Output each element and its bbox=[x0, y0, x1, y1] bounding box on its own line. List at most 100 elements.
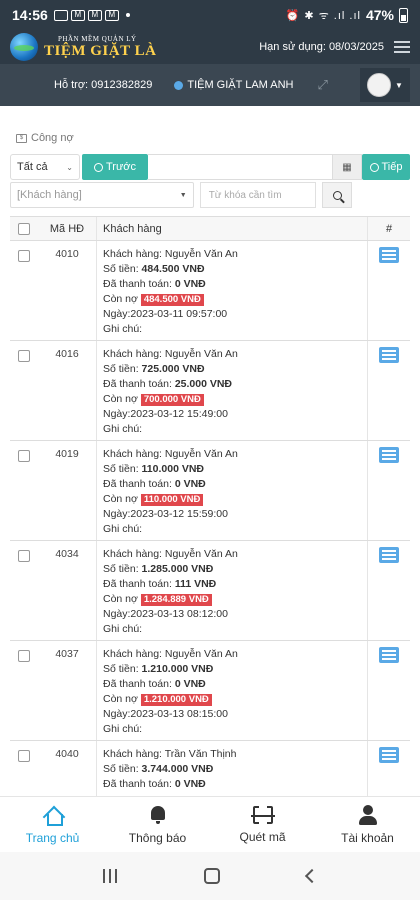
row-action-cell bbox=[368, 541, 410, 640]
next-button[interactable]: Tiếp bbox=[362, 154, 410, 180]
hamburger-menu-icon[interactable] bbox=[394, 41, 410, 53]
main-content: $ Công nợ Tất cả ⌄ Trước ▦ Tiếp [Khách h… bbox=[0, 106, 420, 796]
row-note: Ghi chú: bbox=[103, 523, 143, 535]
calendar-icon[interactable]: ▦ bbox=[332, 154, 362, 180]
row-amount-value: 1.210.000 VNĐ bbox=[141, 663, 214, 675]
row-amount-label: Số tiền: bbox=[103, 763, 139, 775]
debt-card-icon: $ bbox=[16, 133, 27, 143]
row-info: Khách hàng: Nguyễn Văn An Số tiền: 725.00… bbox=[96, 341, 368, 440]
row-amount: Số tiền: 1.285.000 VNĐ bbox=[103, 562, 367, 577]
customer-select[interactable]: [Khách hàng] ▼ bbox=[10, 182, 194, 208]
row-checkbox[interactable] bbox=[18, 650, 30, 662]
row-debt-label: Còn nợ bbox=[103, 393, 138, 405]
shop-selector[interactable]: TIỆM GIẶT LAM ANH bbox=[174, 79, 294, 91]
status-select-value: Tất cả bbox=[17, 161, 48, 173]
row-paid-label: Đã thanh toán: bbox=[103, 478, 172, 490]
row-debt: Còn nợ 484.500 VNĐ bbox=[103, 292, 367, 307]
row-amount: Số tiền: 1.210.000 VNĐ bbox=[103, 662, 367, 677]
row-debt-label: Còn nợ bbox=[103, 293, 138, 305]
nav-account[interactable]: Tài khoản bbox=[315, 797, 420, 852]
row-invoice-id: 4037 bbox=[55, 648, 79, 660]
row-checkbox-cell bbox=[10, 741, 38, 796]
row-amount-value: 725.000 VNĐ bbox=[141, 363, 205, 375]
page-title-text: Công nợ bbox=[31, 132, 74, 144]
nav-home-label: Trang chủ bbox=[25, 830, 80, 845]
nav-scan-label: Quét mã bbox=[239, 829, 286, 844]
keyword-search-input[interactable]: Từ khóa cần tìm bbox=[199, 182, 317, 208]
avatar bbox=[367, 73, 392, 97]
row-paid-value: 0 VNĐ bbox=[174, 478, 206, 490]
customer-select-placeholder: [Khách hàng] bbox=[17, 189, 82, 201]
row-info: Khách hàng: Trần Văn Thịnh Số tiền: 3.744… bbox=[96, 741, 368, 796]
row-paid-value: 0 VNĐ bbox=[174, 678, 206, 690]
arrow-left-circle-icon bbox=[93, 162, 103, 172]
row-amount-label: Số tiền: bbox=[103, 563, 139, 575]
row-action-cell bbox=[368, 341, 410, 440]
nav-home[interactable]: Trang chủ bbox=[0, 797, 105, 852]
recents-icon[interactable] bbox=[103, 869, 118, 883]
app-header: PHẦN MỀM QUẢN LÝ TIỆM GIẶT LÀ Hạn sử dụn… bbox=[0, 30, 420, 64]
row-info: Khách hàng: Nguyễn Văn An Số tiền: 1.285.… bbox=[96, 541, 368, 640]
chevron-down-icon: ▼ bbox=[395, 80, 403, 90]
row-checkbox[interactable] bbox=[18, 550, 30, 562]
system-home-icon[interactable] bbox=[203, 868, 220, 884]
status-select[interactable]: Tất cả ⌄ bbox=[10, 154, 80, 180]
row-action-cell bbox=[368, 241, 410, 340]
next-label: Tiếp bbox=[381, 161, 403, 173]
bell-icon bbox=[147, 805, 169, 825]
image-notification-icon bbox=[53, 9, 68, 21]
debt-badge: 484.500 VNĐ bbox=[140, 294, 204, 306]
more-notifications-dot bbox=[125, 13, 130, 17]
scan-icon bbox=[250, 804, 275, 825]
list-icon[interactable] bbox=[379, 247, 399, 263]
nav-notifications[interactable]: Thông báo bbox=[105, 797, 210, 852]
row-checkbox[interactable] bbox=[18, 350, 30, 362]
row-customer: Khách hàng: Nguyễn Văn An bbox=[103, 448, 238, 460]
logo[interactable]: PHẦN MỀM QUẢN LÝ TIỆM GIẶT LÀ bbox=[44, 35, 156, 59]
row-paid: Đã thanh toán: 0 VNĐ bbox=[103, 277, 367, 292]
mail-notification-icon: M bbox=[70, 9, 85, 21]
search-button[interactable] bbox=[322, 182, 352, 208]
row-date: Ngày:2023-03-13 08:15:00 bbox=[103, 708, 228, 720]
nav-notifications-label: Thông báo bbox=[128, 830, 187, 845]
previous-button[interactable]: Trước bbox=[82, 154, 148, 180]
previous-label: Trước bbox=[105, 161, 137, 173]
row-amount: Số tiền: 3.744.000 VNĐ bbox=[103, 762, 367, 777]
row-paid-value: 0 VNĐ bbox=[174, 778, 206, 790]
row-info: Khách hàng: Nguyễn Văn An Số tiền: 1.210.… bbox=[96, 641, 368, 740]
nav-scan[interactable]: Quét mã bbox=[210, 797, 315, 852]
row-invoice-id: 4010 bbox=[55, 248, 79, 260]
row-paid-label: Đã thanh toán: bbox=[103, 278, 172, 290]
support-phone[interactable]: Hỗ trợ: 0912382829 bbox=[54, 79, 152, 91]
app-screen: 14:56 M M M ⏰ ✱ ᯤ .ıl .ıl 47% PHẦN MỀM Q… bbox=[0, 0, 420, 900]
search-icon bbox=[332, 190, 342, 200]
row-checkbox[interactable] bbox=[18, 450, 30, 462]
row-invoice-id: 4016 bbox=[55, 348, 79, 360]
table-header: Mã HĐ Khách hàng # bbox=[10, 217, 410, 241]
row-action-cell bbox=[368, 441, 410, 540]
row-checkbox-cell bbox=[10, 441, 38, 540]
list-icon[interactable] bbox=[379, 447, 399, 463]
list-icon[interactable] bbox=[379, 747, 399, 763]
status-time: 14:56 bbox=[12, 7, 48, 23]
row-info: Khách hàng: Nguyễn Văn An Số tiền: 484.50… bbox=[96, 241, 368, 340]
row-amount-label: Số tiền: bbox=[103, 463, 139, 475]
back-icon[interactable] bbox=[304, 868, 319, 884]
row-amount-value: 110.000 VNĐ bbox=[141, 463, 204, 475]
row-paid: Đã thanh toán: 0 VNĐ bbox=[103, 777, 367, 792]
row-amount: Số tiền: 110.000 VNĐ bbox=[103, 462, 367, 477]
list-icon[interactable] bbox=[379, 647, 399, 663]
row-checkbox-cell bbox=[10, 541, 38, 640]
list-icon[interactable] bbox=[379, 547, 399, 563]
select-all-checkbox[interactable] bbox=[18, 222, 30, 235]
row-checkbox[interactable] bbox=[18, 750, 30, 762]
row-checkbox[interactable] bbox=[18, 250, 30, 262]
list-icon[interactable] bbox=[379, 347, 399, 363]
user-menu[interactable]: ▼ bbox=[360, 68, 410, 102]
date-input[interactable] bbox=[148, 154, 332, 180]
row-customer: Khách hàng: Nguyễn Văn An bbox=[103, 348, 238, 360]
row-customer: Khách hàng: Nguyễn Văn An bbox=[103, 248, 238, 260]
notification-icons: M M M bbox=[53, 9, 130, 21]
fullscreen-icon[interactable]: ⤢ bbox=[318, 78, 332, 92]
header-invoice-id: Mã HĐ bbox=[49, 222, 85, 235]
